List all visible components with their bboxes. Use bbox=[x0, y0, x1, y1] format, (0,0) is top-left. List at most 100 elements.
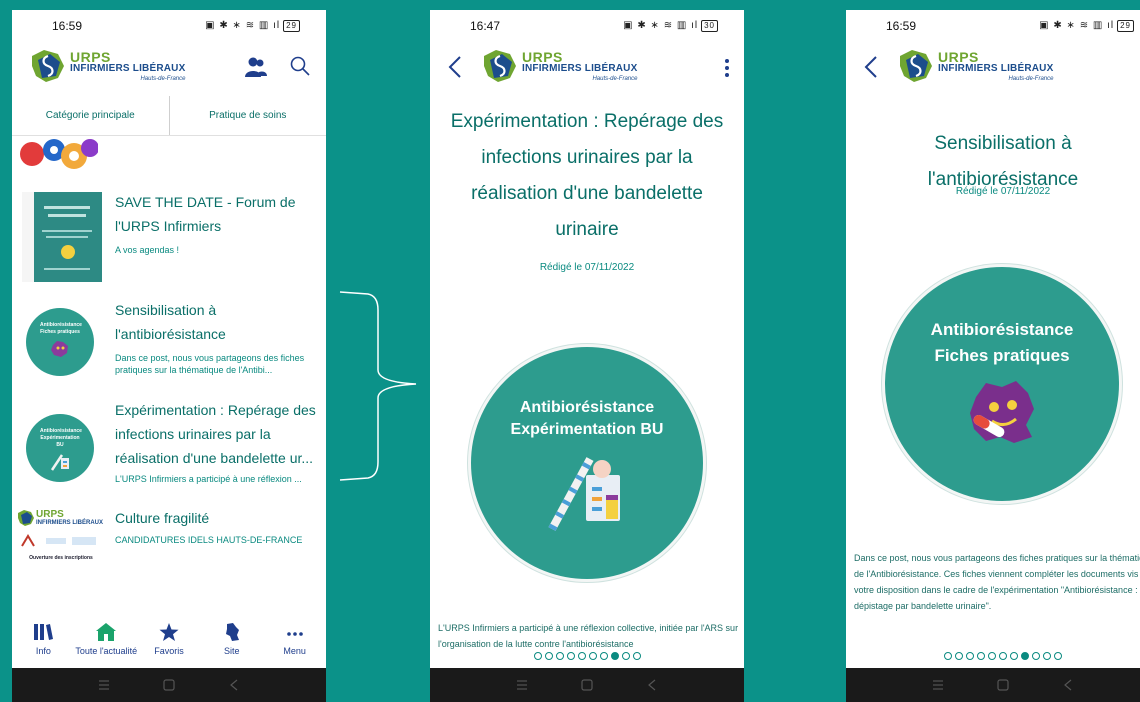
nav-favorites[interactable]: Favoris bbox=[138, 610, 201, 668]
nav-info[interactable]: Info bbox=[12, 610, 75, 668]
library-icon bbox=[34, 624, 54, 640]
item-title: SAVE THE DATE - Forum de l'URPS Infirmie… bbox=[115, 194, 296, 234]
list-item[interactable]: SAVE THE DATE - Forum de l'URPS Infirmie… bbox=[12, 190, 326, 286]
test-strip-icon bbox=[50, 454, 69, 471]
phone-feed-screen: 16:59 ▣ ✱ ∗ ≋ ▥ ıl 29 URPS INFIRMIERS LIB… bbox=[12, 10, 326, 702]
hero-line1: Antibiorésistance bbox=[519, 399, 655, 416]
pagination-dots[interactable] bbox=[430, 652, 744, 660]
pagination-dot[interactable] bbox=[988, 652, 996, 660]
item-title: Sensibilisation à l'antibiorésistance bbox=[115, 302, 226, 342]
thumb-logo-name: URPS bbox=[36, 509, 64, 520]
logo-icon bbox=[32, 50, 64, 82]
tab-care-practice[interactable]: Pratique de soins bbox=[170, 96, 327, 135]
back-arrow-icon[interactable] bbox=[860, 54, 884, 80]
pagination-dot[interactable] bbox=[632, 652, 641, 660]
pagination-dot[interactable] bbox=[966, 652, 974, 660]
kebab-menu-icon[interactable] bbox=[724, 58, 730, 78]
back-button-icon[interactable] bbox=[645, 678, 659, 692]
app-header: URPS INFIRMIERS LIBÉRAUX Hauts-de-France bbox=[846, 42, 1140, 92]
item-description: CANDIDATURES IDELS HAUTS-DE-FRANCE bbox=[115, 535, 303, 545]
phone-article-bu-screen: 16:47 ▣ ✱ ∗ ≋ ▥ ıl 30 URPS INFIRMIERS LIB… bbox=[430, 10, 744, 702]
list-item[interactable]: Antibiorésistance Expérimentation BU Exp… bbox=[12, 398, 326, 504]
logo-icon bbox=[900, 50, 932, 82]
partner-logos bbox=[21, 534, 96, 547]
pagination-dot[interactable] bbox=[1043, 652, 1051, 660]
pagination-dot[interactable] bbox=[621, 652, 630, 660]
feed-image-gears[interactable] bbox=[18, 136, 98, 176]
list-item[interactable]: URPS INFIRMIERS LIBÉRAUX Ouverture des i… bbox=[12, 506, 326, 600]
battery-icon: 30 bbox=[701, 20, 718, 32]
logo-region: Hauts-de-France bbox=[140, 76, 186, 82]
home-button-icon[interactable] bbox=[580, 678, 594, 692]
home-button-icon[interactable] bbox=[996, 678, 1010, 692]
android-system-bar bbox=[12, 668, 326, 702]
logo-subtitle: INFIRMIERS LIBÉRAUX bbox=[938, 63, 1054, 74]
urps-logo[interactable]: URPS INFIRMIERS LIBÉRAUX Hauts-de-France bbox=[28, 46, 185, 86]
pagination-dot[interactable] bbox=[977, 652, 985, 660]
pagination-dot[interactable] bbox=[1010, 652, 1018, 660]
status-bar: 16:47 ▣ ✱ ∗ ≋ ▥ ıl 30 bbox=[430, 10, 744, 42]
save-the-date-thumbnail bbox=[22, 192, 102, 282]
back-button-icon[interactable] bbox=[227, 678, 241, 692]
pagination-dot[interactable] bbox=[1021, 652, 1029, 660]
recent-apps-icon[interactable] bbox=[931, 678, 945, 692]
android-system-bar bbox=[846, 668, 1140, 702]
news-feed[interactable]: SAVE THE DATE - Forum de l'URPS Infirmie… bbox=[12, 136, 326, 616]
status-icons: ▣ ✱ ∗ ≋ ▥ ıl 29 bbox=[1039, 20, 1134, 32]
nav-all-news[interactable]: Toute l'actualité bbox=[75, 610, 138, 668]
pagination-dot[interactable] bbox=[1054, 652, 1062, 660]
pagination-dot[interactable] bbox=[944, 652, 952, 660]
status-bar: 16:59 ▣ ✱ ∗ ≋ ▥ ıl 29 bbox=[846, 10, 1140, 42]
article-hero-image: Antibiorésistance Fiches pratiques bbox=[882, 264, 1122, 504]
article-body: L'URPS Infirmiers a participé à une réfl… bbox=[438, 623, 739, 649]
pagination-dot[interactable] bbox=[544, 652, 553, 660]
back-arrow-icon[interactable] bbox=[444, 54, 468, 80]
home-icon bbox=[96, 623, 117, 641]
app-header: URPS INFIRMIERS LIBÉRAUX Hauts-de-France bbox=[430, 42, 744, 92]
hero-line1: Antibiorésistance bbox=[930, 320, 1074, 339]
pagination-dots[interactable] bbox=[846, 652, 1140, 660]
bacteria-icon bbox=[51, 341, 68, 357]
search-icon[interactable] bbox=[290, 56, 310, 76]
nav-label: Site bbox=[224, 646, 240, 656]
pagination-dot[interactable] bbox=[588, 652, 597, 660]
list-item[interactable]: Antibiorésistance Fiches pratiques Sensi… bbox=[12, 298, 326, 398]
logo-subtitle: INFIRMIERS LIBÉRAUX bbox=[522, 63, 638, 74]
logo-region: Hauts-de-France bbox=[592, 76, 638, 82]
item-title: Expérimentation : Repérage des infection… bbox=[115, 402, 316, 466]
people-icon[interactable] bbox=[244, 56, 268, 78]
tab-main-category[interactable]: Catégorie principale bbox=[12, 96, 169, 135]
status-time: 16:59 bbox=[886, 19, 917, 33]
pagination-dot[interactable] bbox=[555, 652, 564, 660]
pagination-dot[interactable] bbox=[999, 652, 1007, 660]
status-icons: ▣ ✱ ∗ ≋ ▥ ıl 30 bbox=[623, 20, 718, 32]
nav-label: Favoris bbox=[154, 646, 184, 656]
thumb-label: Antibiorésistance Fiches pratiques bbox=[40, 322, 82, 335]
item-description: Dans ce post, nous vous partageons des f… bbox=[115, 353, 305, 375]
status-icons: ▣ ✱ ∗ ≋ ▥ ıl 29 bbox=[205, 20, 300, 32]
urps-logo[interactable]: URPS INFIRMIERS LIBÉRAUX Hauts-de-France bbox=[896, 46, 1053, 86]
recent-apps-icon[interactable] bbox=[515, 678, 529, 692]
urps-logo[interactable]: URPS INFIRMIERS LIBÉRAUX Hauts-de-France bbox=[480, 46, 637, 86]
region-map-icon bbox=[225, 623, 239, 641]
pagination-dot[interactable] bbox=[610, 652, 619, 660]
hero-line2: Fiches pratiques bbox=[934, 346, 1070, 365]
pagination-dot[interactable] bbox=[1032, 652, 1040, 660]
back-button-icon[interactable] bbox=[1061, 678, 1075, 692]
phone-article-fiches-screen: 16:59 ▣ ✱ ∗ ≋ ▥ ıl 29 URPS INFIRMIERS LIB… bbox=[846, 10, 1140, 702]
hero-line2: Expérimentation BU bbox=[510, 421, 664, 438]
pagination-dot[interactable] bbox=[566, 652, 575, 660]
pagination-dot[interactable] bbox=[577, 652, 586, 660]
home-button-icon[interactable] bbox=[162, 678, 176, 692]
article-date: Rédigé le 07/11/2022 bbox=[955, 186, 1051, 197]
item-description: A vos agendas ! bbox=[115, 245, 180, 255]
battery-icon: 29 bbox=[1117, 20, 1134, 32]
antibioresistance-fiches-thumbnail: Antibiorésistance Fiches pratiques bbox=[26, 308, 94, 376]
nav-menu[interactable]: Menu bbox=[263, 610, 326, 668]
recent-apps-icon[interactable] bbox=[97, 678, 111, 692]
pagination-dot[interactable] bbox=[533, 652, 542, 660]
nav-site[interactable]: Site bbox=[200, 610, 263, 668]
pagination-dot[interactable] bbox=[599, 652, 608, 660]
pagination-dot[interactable] bbox=[955, 652, 963, 660]
logo-icon bbox=[18, 510, 34, 526]
